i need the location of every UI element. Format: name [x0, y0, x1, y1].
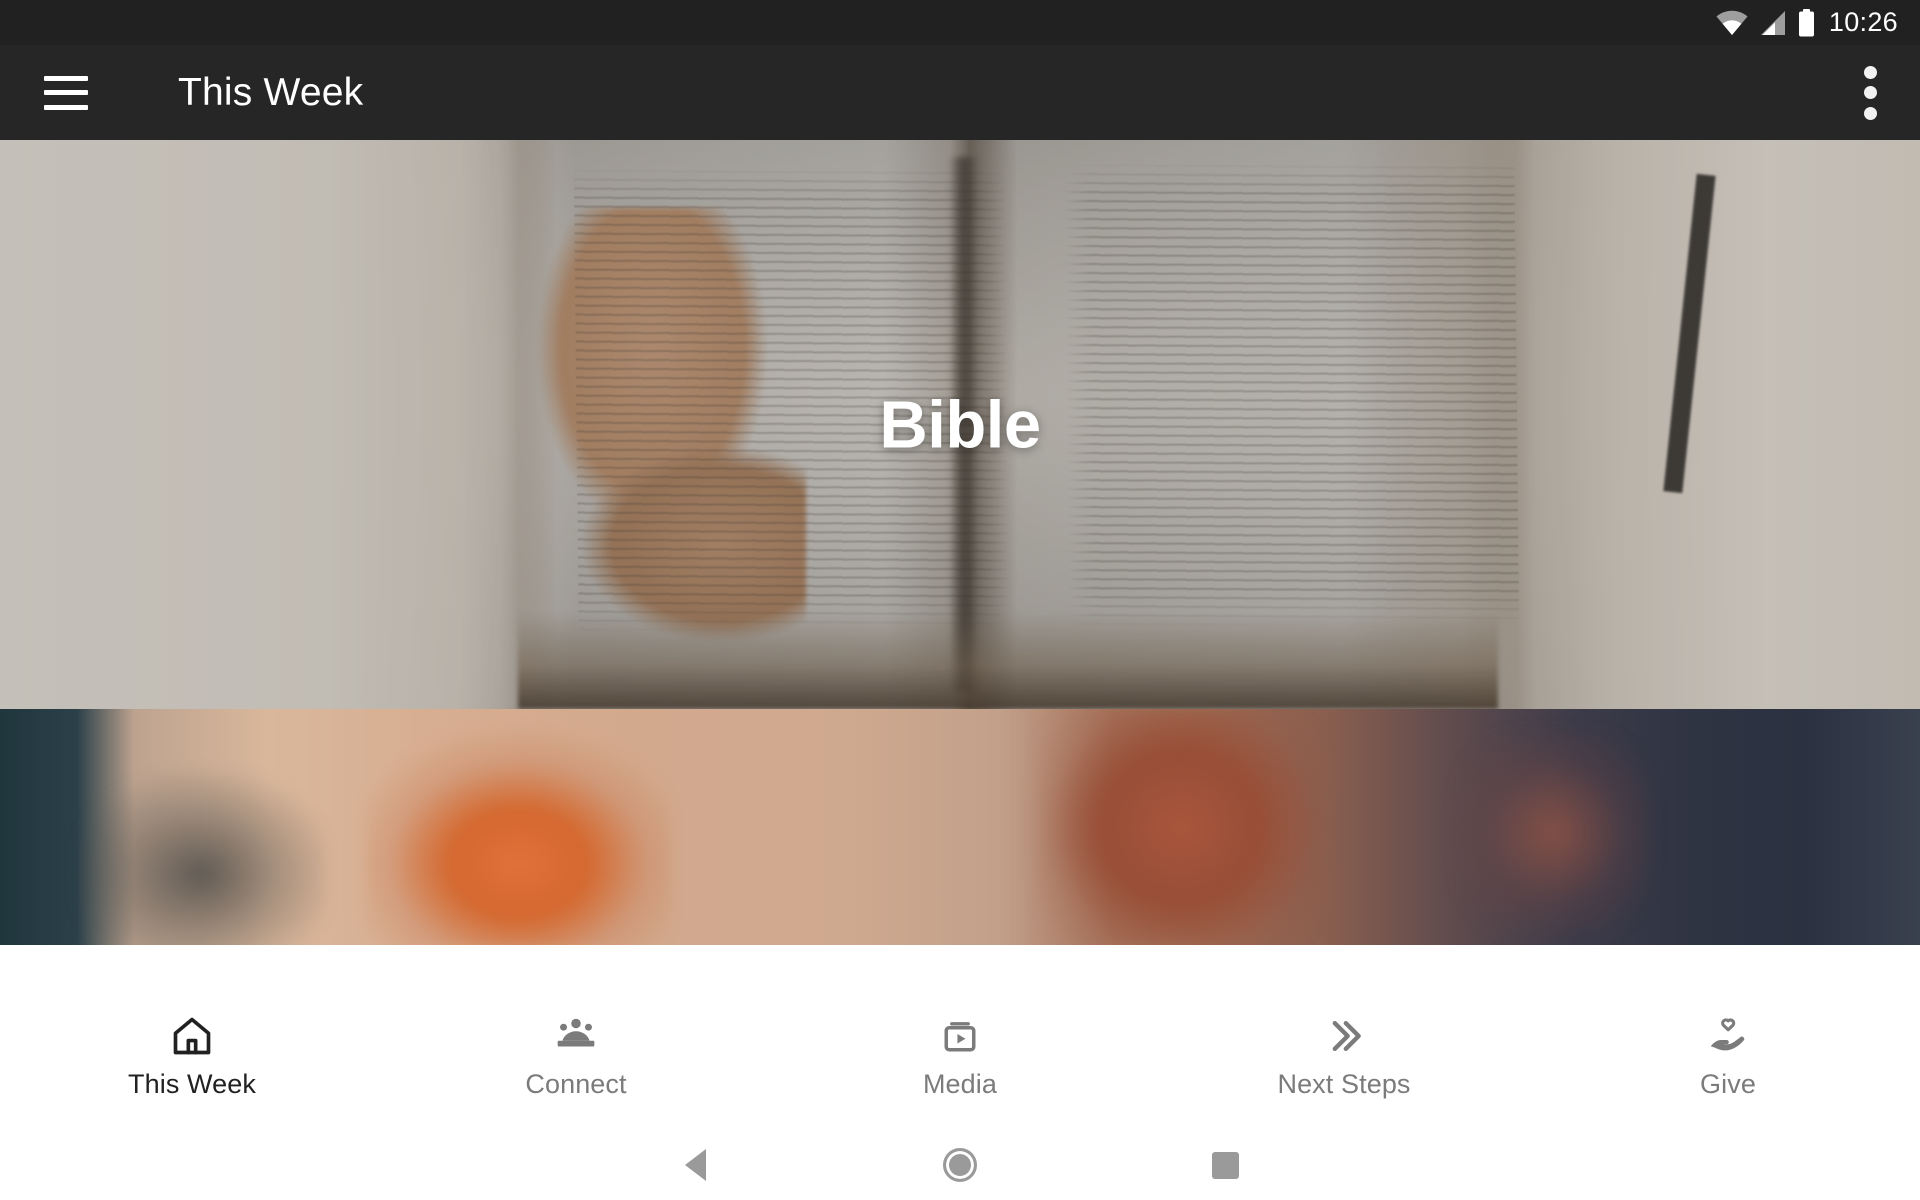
tab-next-steps[interactable]: Next Steps — [1152, 1013, 1536, 1098]
home-icon — [170, 1013, 214, 1059]
wifi-icon — [1716, 10, 1748, 35]
system-back-button[interactable] — [563, 1149, 828, 1181]
back-triangle-icon — [684, 1149, 706, 1181]
tab-media[interactable]: Media — [768, 1013, 1152, 1098]
cloud-detail-left — [76, 770, 327, 945]
page-title: This Week — [178, 70, 364, 114]
photo-scrim — [0, 140, 1920, 709]
bible-photo — [0, 140, 1920, 709]
cellular-signal-icon — [1760, 10, 1785, 35]
tab-label-connect: Connect — [525, 1069, 627, 1099]
recents-square-icon — [1211, 1151, 1239, 1179]
tab-label-give: Give — [1700, 1069, 1756, 1099]
system-home-button[interactable] — [828, 1148, 1093, 1182]
tab-connect[interactable]: Connect — [384, 1013, 768, 1098]
app-toolbar: This Week — [0, 45, 1920, 140]
content-scroll-area[interactable]: Bible — [0, 140, 1920, 995]
hamburger-menu-icon[interactable] — [44, 75, 88, 110]
book-spine-detail — [948, 157, 980, 692]
home-circle-icon — [943, 1148, 977, 1182]
battery-icon — [1798, 8, 1814, 36]
tab-give[interactable]: Give — [1536, 1013, 1920, 1098]
cloud-detail-center — [1036, 709, 1325, 945]
status-bar-clock: 10:26 — [1828, 7, 1898, 37]
status-bar: 10:26 — [0, 0, 1920, 45]
tab-this-week[interactable]: This Week — [0, 1013, 384, 1098]
bottom-navigation-bar: This Week Connect Media Next Steps Give — [0, 995, 1920, 1130]
app-root: 10:26 This Week Bible This Week Connect … — [0, 0, 1920, 1200]
tab-label-next-steps: Next Steps — [1277, 1069, 1411, 1099]
card-sunset[interactable] — [0, 709, 1920, 945]
people-group-icon — [554, 1013, 598, 1059]
sunset-photo — [0, 709, 1920, 945]
hand-heart-icon — [1706, 1013, 1750, 1059]
video-library-icon — [938, 1013, 982, 1059]
system-navigation-bar — [0, 1130, 1920, 1200]
tab-label-media: Media — [922, 1069, 998, 1099]
double-chevron-right-icon — [1322, 1013, 1366, 1059]
cloud-detail-right — [1459, 732, 1652, 934]
tab-label-this-week: This Week — [128, 1069, 256, 1099]
overflow-menu-icon[interactable] — [1862, 65, 1878, 120]
card-bible[interactable]: Bible — [0, 140, 1920, 709]
cloud-detail-orange — [364, 723, 672, 945]
system-recents-button[interactable] — [1093, 1151, 1358, 1179]
